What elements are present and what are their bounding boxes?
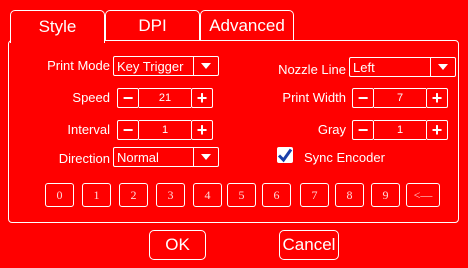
gray-label: Gray: [317, 122, 346, 137]
speed-label: Speed: [72, 90, 110, 105]
keypad-key-3[interactable]: 3: [156, 183, 185, 207]
gray-stepper: − 1 +: [352, 120, 448, 140]
keypad-key-7[interactable]: 7: [300, 183, 329, 207]
print-width-increment-button[interactable]: +: [426, 88, 448, 108]
nozzle-line-value: Left: [353, 59, 375, 75]
print-width-value[interactable]: 7: [374, 88, 426, 108]
cancel-button[interactable]: Cancel: [279, 230, 339, 260]
gray-value[interactable]: 1: [374, 120, 426, 140]
keypad-key-8[interactable]: 8: [335, 183, 364, 207]
keypad-key-9[interactable]: 9: [371, 183, 400, 207]
nozzle-line-label: Nozzle Line: [278, 62, 346, 77]
tab-style-label: Style: [38, 17, 77, 36]
tab-advanced[interactable]: Advanced: [200, 10, 294, 40]
interval-value[interactable]: 1: [139, 120, 191, 140]
plus-icon: +: [431, 88, 443, 108]
backspace-icon: <—: [413, 187, 433, 202]
tab-style[interactable]: Style: [10, 10, 105, 43]
plus-icon: +: [196, 88, 208, 108]
minus-icon: −: [357, 120, 369, 140]
chevron-down-icon: [193, 57, 218, 75]
direction-select[interactable]: Normal: [113, 147, 219, 167]
plus-icon: +: [431, 120, 443, 140]
keypad-key-1[interactable]: 1: [82, 183, 111, 207]
print-mode-label: Print Mode: [47, 58, 110, 73]
interval-decrement-button[interactable]: −: [117, 120, 139, 140]
print-width-label: Print Width: [282, 90, 346, 105]
keypad-key-0[interactable]: 0: [45, 183, 74, 207]
interval-increment-button[interactable]: +: [191, 120, 213, 140]
tab-dpi[interactable]: DPI: [105, 10, 200, 40]
tab-advanced-label: Advanced: [209, 15, 285, 35]
speed-stepper: − 21 +: [117, 88, 213, 108]
minus-icon: −: [122, 120, 134, 140]
sync-encoder-checkbox[interactable]: [277, 147, 293, 163]
nozzle-line-select[interactable]: Left: [349, 57, 456, 77]
minus-icon: −: [122, 88, 134, 108]
print-width-decrement-button[interactable]: −: [352, 88, 374, 108]
minus-icon: −: [357, 88, 369, 108]
speed-decrement-button[interactable]: −: [117, 88, 139, 108]
sync-encoder-label: Sync Encoder: [304, 150, 385, 165]
chevron-down-icon: [193, 148, 218, 166]
direction-label: Direction: [58, 151, 110, 166]
speed-value[interactable]: 21: [139, 88, 191, 108]
keypad-key-2[interactable]: 2: [119, 183, 148, 207]
keypad-key-5[interactable]: 5: [227, 183, 256, 207]
speed-increment-button[interactable]: +: [191, 88, 213, 108]
gray-increment-button[interactable]: +: [426, 120, 448, 140]
interval-stepper: − 1 +: [117, 120, 213, 140]
tab-dpi-label: DPI: [138, 15, 167, 35]
print-width-stepper: − 7 +: [352, 88, 448, 108]
keypad-key-6[interactable]: 6: [262, 183, 291, 207]
direction-value: Normal: [117, 149, 159, 165]
chevron-down-icon: [430, 58, 455, 76]
gray-decrement-button[interactable]: −: [352, 120, 374, 140]
keypad-key-4[interactable]: 4: [193, 183, 222, 207]
plus-icon: +: [196, 120, 208, 140]
checkmark-icon: [277, 148, 293, 163]
print-mode-value: Key Trigger: [117, 58, 184, 74]
interval-label: Interval: [67, 122, 110, 137]
print-mode-select[interactable]: Key Trigger: [113, 56, 219, 76]
ok-button[interactable]: OK: [149, 230, 206, 260]
backspace-button[interactable]: <—: [406, 183, 440, 207]
